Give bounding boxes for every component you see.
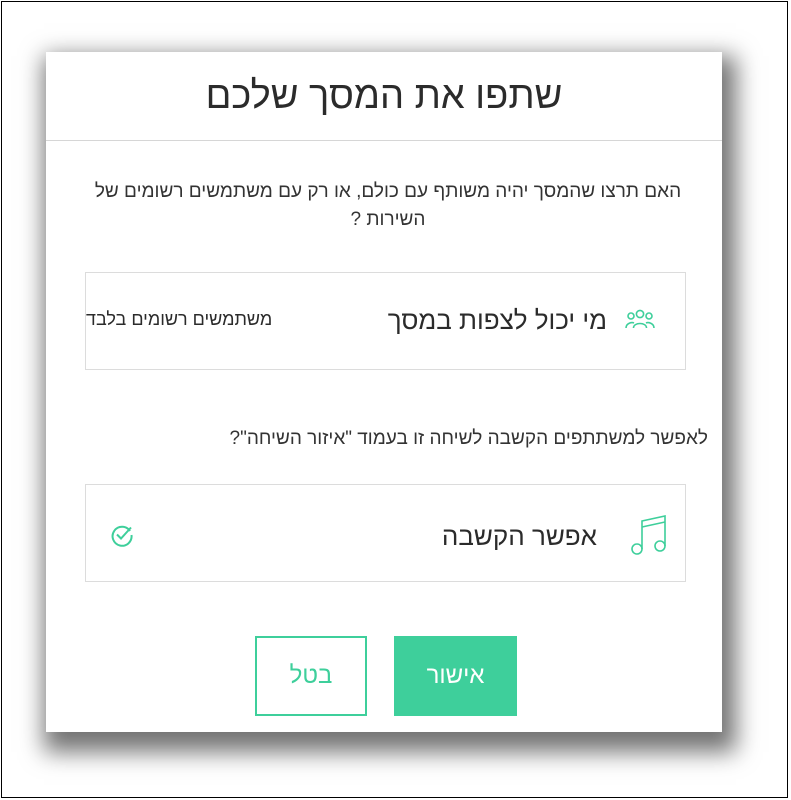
cancel-button[interactable]: בטל (255, 636, 367, 716)
confirm-button[interactable]: אישור (394, 636, 517, 716)
listen-setting-row[interactable]: אפשר הקשבה (85, 484, 686, 582)
people-icon (625, 309, 655, 329)
viewers-label: מי יכול לצפות במסך (387, 305, 607, 335)
listen-question: לאפשר למשתתפים הקשבה לשיחה זו בעמוד "איז… (229, 428, 708, 449)
share-screen-dialog: שתפו את המסך שלכם האם תרצו שהמסך יהיה מש… (46, 52, 722, 732)
share-question: האם תרצו שהמסך יהיה משותף עם כולם, או רק… (94, 181, 682, 230)
screenshot-frame: שתפו את המסך שלכם האם תרצו שהמסך יהיה מש… (1, 1, 788, 798)
music-note-icon (631, 515, 666, 555)
viewers-value[interactable]: משתמשים רשומים בלבד (86, 309, 272, 330)
check-circle-icon[interactable] (110, 523, 134, 547)
listen-label: אפשר הקשבה (441, 521, 597, 551)
viewers-setting-row[interactable]: מי יכול לצפות במסך משתמשים רשומים בלבד (85, 272, 686, 370)
dialog-title: שתפו את המסך שלכם (46, 52, 722, 141)
